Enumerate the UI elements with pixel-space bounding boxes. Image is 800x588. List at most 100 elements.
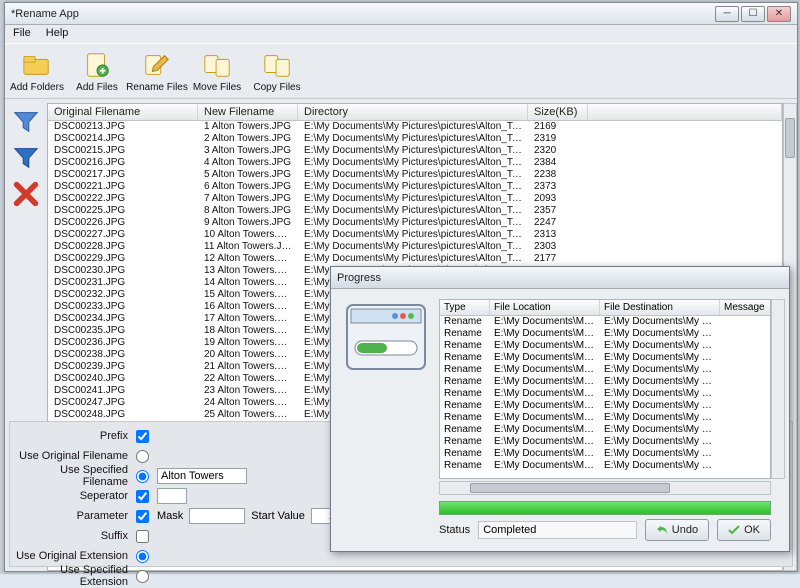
progress-titlebar[interactable]: Progress bbox=[331, 267, 789, 289]
pcol-destination[interactable]: File Destination bbox=[600, 300, 720, 315]
table-row[interactable]: DSC00225.JPG8 Alton Towers.JPGE:\My Docu… bbox=[48, 205, 782, 217]
progress-grid[interactable]: Type File Location File Destination Mess… bbox=[439, 299, 771, 479]
col-directory[interactable]: Directory bbox=[298, 104, 528, 120]
progress-row[interactable]: RenameE:\My Documents\My ...E:\My Docume… bbox=[440, 400, 770, 412]
progress-row[interactable]: RenameE:\My Documents\My ...E:\My Docume… bbox=[440, 316, 770, 328]
table-row[interactable]: DSC00214.JPG2 Alton Towers.JPGE:\My Docu… bbox=[48, 133, 782, 145]
table-row[interactable]: DSC00229.JPG12 Alton Towers.JPGE:\My Doc… bbox=[48, 253, 782, 265]
pcell-dest: E:\My Documents\My Pictures\picture... bbox=[600, 388, 720, 400]
pcell-type: Rename bbox=[440, 436, 490, 448]
progress-dialog: Progress Type File Location File Destina… bbox=[330, 266, 790, 552]
pcell-msg bbox=[720, 448, 771, 460]
progress-row[interactable]: RenameE:\My Documents\My ...E:\My Docume… bbox=[440, 388, 770, 400]
cell-new: 20 Alton Towers.JPG bbox=[198, 349, 298, 361]
move-files-button[interactable]: Move Files bbox=[189, 46, 245, 96]
pcol-message[interactable]: Message bbox=[720, 300, 771, 315]
progress-grid-header[interactable]: Type File Location File Destination Mess… bbox=[440, 300, 770, 316]
cell-dir: E:\My Documents\My Pictures\pictures\Alt… bbox=[298, 145, 528, 157]
cell-orig: DSC00239.JPG bbox=[48, 361, 198, 373]
progress-row[interactable]: RenameE:\My Documents\My ...E:\My Docume… bbox=[440, 448, 770, 460]
delete-icon[interactable] bbox=[11, 179, 41, 209]
pcell-loc: E:\My Documents\My ... bbox=[490, 388, 600, 400]
pcell-msg bbox=[720, 460, 771, 472]
progress-row[interactable]: RenameE:\My Documents\My ...E:\My Docume… bbox=[440, 460, 770, 472]
progress-row[interactable]: RenameE:\My Documents\My ...E:\My Docume… bbox=[440, 424, 770, 436]
table-row[interactable]: DSC00221.JPG6 Alton Towers.JPGE:\My Docu… bbox=[48, 181, 782, 193]
add-folders-button[interactable]: Add Folders bbox=[9, 46, 65, 96]
cell-orig: DSC00214.JPG bbox=[48, 133, 198, 145]
pcell-dest: E:\My Documents\My Pictures\picture... bbox=[600, 448, 720, 460]
pcol-type[interactable]: Type bbox=[440, 300, 490, 315]
cell-orig: DSC00213.JPG bbox=[48, 121, 198, 133]
cell-new: 9 Alton Towers.JPG bbox=[198, 217, 298, 229]
progress-row[interactable]: RenameE:\My Documents\My ...E:\My Docume… bbox=[440, 436, 770, 448]
close-button[interactable]: ✕ bbox=[767, 6, 791, 22]
progress-row[interactable]: RenameE:\My Documents\My ...E:\My Docume… bbox=[440, 352, 770, 364]
minimize-button[interactable]: ─ bbox=[715, 6, 739, 22]
rename-files-button[interactable]: Rename Files bbox=[129, 46, 185, 96]
cell-size: 2357 bbox=[528, 205, 588, 217]
pcell-type: Rename bbox=[440, 424, 490, 436]
progress-row[interactable]: RenameE:\My Documents\My ...E:\My Docume… bbox=[440, 340, 770, 352]
cell-new: 6 Alton Towers.JPG bbox=[198, 181, 298, 193]
mask-input[interactable] bbox=[189, 508, 245, 524]
mask-label: Mask bbox=[157, 510, 183, 522]
status-value: Completed bbox=[478, 521, 637, 539]
pcell-loc: E:\My Documents\My ... bbox=[490, 364, 600, 376]
use-orig-ext-radio[interactable] bbox=[136, 550, 149, 563]
col-original[interactable]: Original Filename bbox=[48, 104, 198, 120]
table-row[interactable]: DSC00227.JPG10 Alton Towers.JPGE:\My Doc… bbox=[48, 229, 782, 241]
table-row[interactable]: DSC00217.JPG5 Alton Towers.JPGE:\My Docu… bbox=[48, 169, 782, 181]
parameter-checkbox[interactable] bbox=[136, 510, 149, 523]
add-folders-label: Add Folders bbox=[10, 82, 64, 93]
table-row[interactable]: DSC00228.JPG11 Alton Towers.JPGE:\My Doc… bbox=[48, 241, 782, 253]
table-row[interactable]: DSC00222.JPG7 Alton Towers.JPGE:\My Docu… bbox=[48, 193, 782, 205]
cell-dir: E:\My Documents\My Pictures\pictures\Alt… bbox=[298, 253, 528, 265]
pcell-loc: E:\My Documents\My ... bbox=[490, 376, 600, 388]
maximize-button[interactable]: ☐ bbox=[741, 6, 765, 22]
table-row[interactable]: DSC00216.JPG4 Alton Towers.JPGE:\My Docu… bbox=[48, 157, 782, 169]
seperator-input[interactable] bbox=[157, 488, 187, 504]
table-row[interactable]: DSC00226.JPG9 Alton Towers.JPGE:\My Docu… bbox=[48, 217, 782, 229]
pcell-dest: E:\My Documents\My Pictures\picture... bbox=[600, 340, 720, 352]
progress-horizontal-scrollbar[interactable] bbox=[439, 481, 771, 495]
seperator-checkbox[interactable] bbox=[136, 490, 149, 503]
cell-new: 4 Alton Towers.JPG bbox=[198, 157, 298, 169]
spec-filename-input[interactable] bbox=[157, 468, 247, 484]
pcell-msg bbox=[720, 376, 771, 388]
copy-files-button[interactable]: Copy Files bbox=[249, 46, 305, 96]
filter-down-icon[interactable] bbox=[11, 143, 41, 173]
cell-dir: E:\My Documents\My Pictures\pictures\Alt… bbox=[298, 157, 528, 169]
col-size[interactable]: Size(KB) bbox=[528, 104, 588, 120]
progress-row[interactable]: RenameE:\My Documents\My ...E:\My Docume… bbox=[440, 364, 770, 376]
table-row[interactable]: DSC00215.JPG3 Alton Towers.JPGE:\My Docu… bbox=[48, 145, 782, 157]
titlebar[interactable]: *Rename App ─ ☐ ✕ bbox=[5, 3, 797, 25]
use-spec-filename-radio[interactable] bbox=[136, 470, 149, 483]
cell-size: 2177 bbox=[528, 253, 588, 265]
pcol-location[interactable]: File Location bbox=[490, 300, 600, 315]
suffix-checkbox[interactable] bbox=[136, 530, 149, 543]
cell-orig: DSC00235.JPG bbox=[48, 325, 198, 337]
prefix-checkbox[interactable] bbox=[136, 430, 149, 443]
grid-header[interactable]: Original Filename New Filename Directory… bbox=[48, 104, 782, 121]
menu-file[interactable]: File bbox=[13, 27, 31, 39]
pcell-dest: E:\My Documents\My Pictures\picture... bbox=[600, 436, 720, 448]
cell-orig: DSC00247.JPG bbox=[48, 397, 198, 409]
use-orig-filename-radio[interactable] bbox=[136, 450, 149, 463]
add-files-button[interactable]: Add Files bbox=[69, 46, 125, 96]
cell-orig: DSC00236.JPG bbox=[48, 337, 198, 349]
cell-dir: E:\My Documents\My Pictures\pictures\Alt… bbox=[298, 241, 528, 253]
pcell-msg bbox=[720, 436, 771, 448]
progress-row[interactable]: RenameE:\My Documents\My ...E:\My Docume… bbox=[440, 328, 770, 340]
progress-row[interactable]: RenameE:\My Documents\My ...E:\My Docume… bbox=[440, 376, 770, 388]
cell-orig: DSC00231.JPG bbox=[48, 277, 198, 289]
progress-row[interactable]: RenameE:\My Documents\My ...E:\My Docume… bbox=[440, 412, 770, 424]
col-new[interactable]: New Filename bbox=[198, 104, 298, 120]
progress-vertical-scrollbar[interactable] bbox=[771, 299, 785, 479]
use-spec-ext-radio[interactable] bbox=[136, 570, 149, 583]
ok-button[interactable]: OK bbox=[717, 519, 771, 541]
menu-help[interactable]: Help bbox=[46, 27, 69, 39]
table-row[interactable]: DSC00213.JPG1 Alton Towers.JPGE:\My Docu… bbox=[48, 121, 782, 133]
filter-up-icon[interactable] bbox=[11, 107, 41, 137]
undo-button[interactable]: Undo bbox=[645, 519, 709, 541]
